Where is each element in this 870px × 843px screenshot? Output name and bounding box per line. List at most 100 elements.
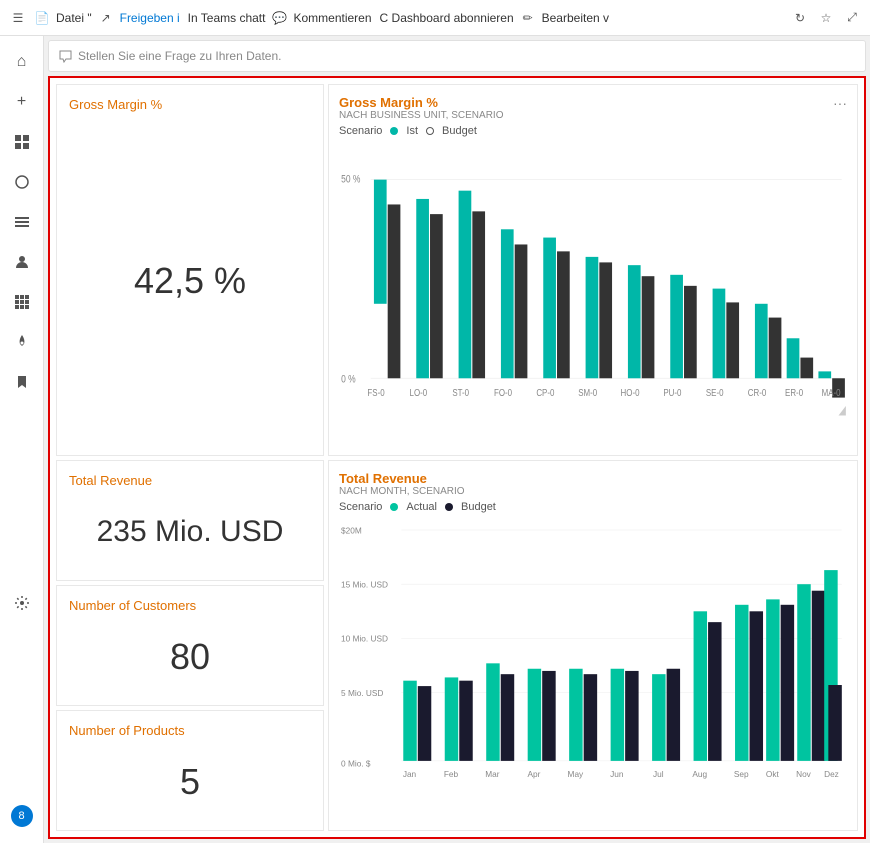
gross-margin-value: 42,5 %	[69, 120, 311, 443]
sidebar-item-rocket[interactable]	[4, 324, 40, 360]
sidebar-item-add[interactable]: +	[4, 84, 40, 120]
x-label-fs0: FS-0	[367, 387, 384, 398]
sidebar-item-bookmark[interactable]	[4, 364, 40, 400]
bar-cr0-ist	[755, 304, 768, 378]
bar-okt-budget	[781, 604, 794, 760]
bar-se0-budget	[726, 302, 739, 378]
comment-icon: 💬	[269, 8, 289, 28]
bar-may-actual	[569, 668, 582, 760]
bar-aug-actual	[694, 611, 707, 761]
edit-label[interactable]: Bearbeiten v	[542, 11, 609, 25]
num-customers-value: 80	[69, 621, 311, 693]
refresh-icon[interactable]: ↻	[790, 8, 810, 28]
speech-bubble-icon	[59, 50, 72, 63]
x-label-dez: Dez	[824, 768, 839, 778]
bar-okt-actual	[766, 599, 779, 761]
bar-dez-budget	[828, 685, 841, 761]
x-label-se0: SE-0	[706, 387, 724, 398]
search-bar[interactable]: Stellen Sie eine Frage zu Ihren Daten.	[48, 40, 866, 72]
svg-text:50 %: 50 %	[341, 173, 361, 185]
bar-fo0-budget	[515, 244, 528, 378]
x-label-cp0: CP-0	[536, 387, 554, 398]
chart1-subtitle: NACH BUSINESS UNIT, SCENARIO	[339, 110, 503, 121]
chart2-scenario-label: Scenario	[339, 501, 382, 513]
chart1-legend: Scenario Ist Budget	[339, 125, 503, 137]
bar-nov-actual	[797, 584, 810, 761]
y-label-5m: 5 Mio. USD	[341, 687, 383, 697]
bar-jun-budget	[625, 670, 638, 760]
bar-ho0-budget	[642, 276, 655, 378]
row-2: Total Revenue 235 Mio. USD Number of Cus…	[56, 460, 858, 832]
bar-mar-actual	[486, 663, 499, 761]
sidebar-item-circle[interactable]	[4, 164, 40, 200]
bar-sm0-budget	[599, 262, 612, 378]
bar-ho0-ist	[628, 265, 641, 378]
bar-sm0-ist	[586, 257, 599, 378]
total-revenue-value: 235 Mio. USD	[69, 496, 311, 568]
bar-sep-budget	[750, 611, 763, 761]
bar-nov-budget	[812, 590, 825, 760]
chart1-budget-label: Budget	[442, 125, 477, 137]
content-area: Stellen Sie eine Frage zu Ihren Daten. G…	[44, 36, 870, 843]
actual-legend-dot	[390, 503, 398, 511]
row-1: Gross Margin % 42,5 % Gross Margin % NAC…	[56, 84, 858, 456]
x-label-ma0: MA-0	[822, 387, 841, 398]
bar-jul-budget	[667, 668, 680, 760]
bar-fs0-budget	[388, 204, 401, 378]
bar-may-budget	[584, 674, 597, 761]
num-customers-label: Number of Customers	[69, 598, 311, 613]
sidebar-item-list[interactable]	[4, 204, 40, 240]
y-label-20m: $20M	[341, 525, 362, 535]
sidebar-item-person[interactable]	[4, 244, 40, 280]
chart1-svg: 50 % 0 %	[339, 141, 847, 445]
x-label-pu0: PU-0	[663, 387, 681, 398]
share-label[interactable]: Freigeben i	[120, 11, 180, 25]
bar-aug-budget	[708, 622, 721, 761]
budget-legend-circle	[426, 127, 434, 135]
chart1-title: Gross Margin %	[339, 95, 503, 110]
search-placeholder: Stellen Sie eine Frage zu Ihren Daten.	[78, 49, 281, 63]
x-label-ho0: HO-0	[621, 387, 640, 398]
bar-er0-ist	[787, 338, 800, 378]
bookmark-icon[interactable]: ☆	[816, 8, 836, 28]
chart2-title: Total Revenue	[339, 471, 496, 486]
sidebar-item-settings[interactable]	[4, 585, 40, 621]
num-products-value: 5	[69, 746, 311, 818]
bar-lo0-ist	[416, 199, 429, 378]
teams-label[interactable]: In Teams chatt	[188, 11, 266, 25]
y-label-0m: 0 Mio. $	[341, 758, 371, 768]
x-label-er0: ER-0	[785, 387, 803, 398]
bar-cp0-budget	[557, 251, 570, 378]
bar-sep-actual	[735, 604, 748, 760]
y-label-10m: 10 Mio. USD	[341, 633, 388, 643]
chart-total-revenue: Total Revenue NACH MONTH, SCENARIO Scena…	[328, 460, 858, 832]
x-label-feb: Feb	[444, 768, 459, 778]
chart1-scenario-label: Scenario	[339, 125, 382, 137]
x-label-jul: Jul	[653, 768, 664, 778]
share-icon: ↗	[96, 8, 116, 28]
bar-fs0-ist	[374, 180, 387, 304]
bar-cr0-budget	[769, 318, 782, 379]
bar-jan-budget	[418, 686, 431, 761]
bar-feb-actual	[445, 677, 458, 760]
menu-icon[interactable]: ☰	[8, 8, 28, 28]
chart2-svg: $20M 15 Mio. USD 10 Mio. USD 5 Mio. USD …	[339, 517, 847, 821]
x-label-okt: Okt	[766, 768, 780, 778]
bar-lo0-budget	[430, 214, 443, 378]
sidebar-item-apps[interactable]	[4, 284, 40, 320]
x-label-apr: Apr	[527, 768, 540, 778]
notification-badge[interactable]: 8	[11, 805, 33, 827]
subscribe-label[interactable]: C Dashboard abonnieren	[380, 11, 514, 25]
chart1-more-icon[interactable]: ···	[833, 95, 847, 111]
kpi-total-revenue: Total Revenue 235 Mio. USD	[56, 460, 324, 581]
total-revenue-label: Total Revenue	[69, 473, 311, 488]
expand-icon[interactable]: ⤢	[842, 8, 862, 28]
sidebar-item-grid[interactable]	[4, 124, 40, 160]
chart2-svg-container: $20M 15 Mio. USD 10 Mio. USD 5 Mio. USD …	[339, 517, 847, 821]
kpi-num-products: Number of Products 5	[56, 710, 324, 831]
sidebar-item-home[interactable]: ⌂	[4, 44, 40, 80]
bar-jun-actual	[611, 668, 624, 760]
x-label-nov: Nov	[796, 768, 811, 778]
file-icon: 📄	[32, 8, 52, 28]
comment-label[interactable]: Kommentieren	[293, 11, 371, 25]
